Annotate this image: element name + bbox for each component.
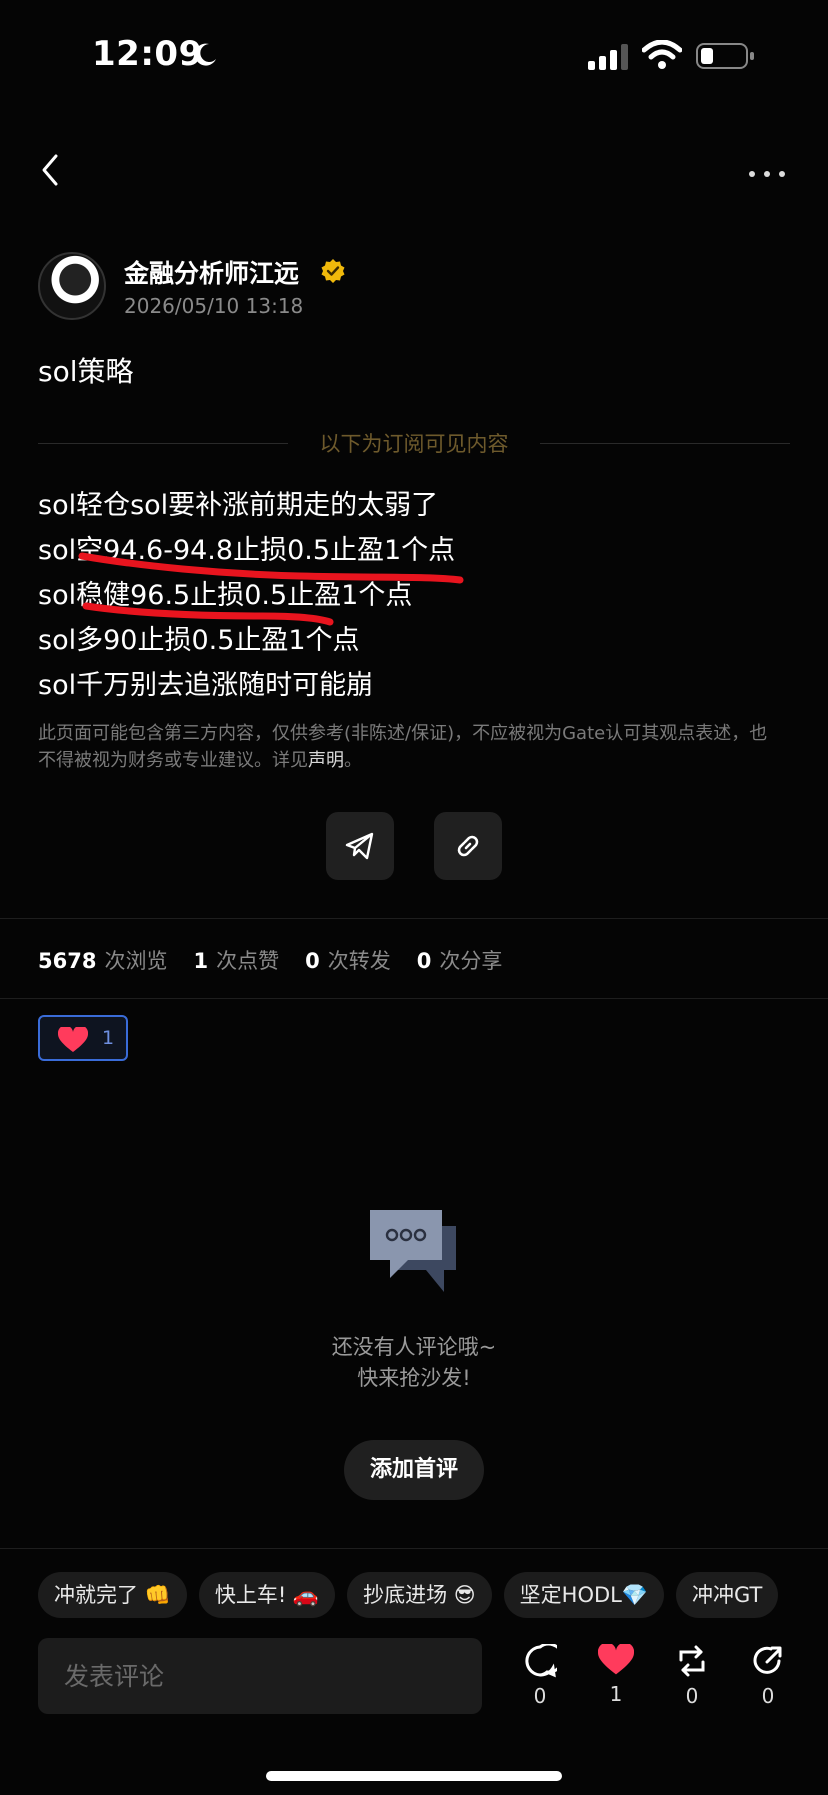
add-first-comment-button[interactable]: 添加首评: [344, 1440, 484, 1500]
shares-label: 次分享: [439, 949, 503, 973]
post-stats: 5678 次浏览 1 次点赞 0 次转发 0 次分享: [38, 945, 502, 975]
heart-icon: [58, 1027, 88, 1052]
telegram-share-button[interactable]: [326, 812, 394, 880]
comment-input-box[interactable]: [38, 1638, 482, 1714]
disclaimer: 此页面可能包含第三方内容，仅供参考(非陈述/保证)，不应被视为Gate认可其观点…: [38, 720, 778, 774]
quick-reply-chip[interactable]: 冲冲GT: [676, 1572, 779, 1618]
more-icon[interactable]: [746, 150, 788, 190]
views-label: 次浏览: [104, 949, 168, 973]
wifi-icon: [642, 40, 682, 69]
disclaimer-text: 此页面可能包含第三方内容，仅供参考(非陈述/保证)，不应被视为Gate认可其观点…: [38, 723, 768, 771]
repost-action[interactable]: 0: [668, 1644, 716, 1720]
comment-count: 0: [533, 1684, 547, 1708]
quick-reply-chip[interactable]: 坚定HODL💎: [503, 1572, 664, 1618]
share-row: [326, 812, 502, 880]
signal-icon: [588, 44, 628, 70]
post-timestamp: 2026/05/10 13:18: [124, 294, 304, 318]
views-count: 5678: [38, 949, 97, 973]
reposts-count: 0: [305, 949, 320, 973]
divider: [0, 1548, 828, 1549]
comment-input[interactable]: [38, 1638, 482, 1714]
share-count: 0: [761, 1684, 775, 1708]
post-line: sol空94.6-94.8止损0.5止盈1个点: [38, 535, 456, 566]
heart-reaction-button[interactable]: 1: [38, 1015, 128, 1061]
quick-reply-chip[interactable]: 抄底进场 😎: [347, 1572, 492, 1618]
like-action[interactable]: 1: [592, 1644, 640, 1720]
quick-reply-chip[interactable]: 快上车! 🚗: [198, 1572, 336, 1618]
status-bar: 12:09: [0, 0, 828, 110]
post-line: sol稳健96.5止损0.5止盈1个点: [38, 580, 413, 611]
moon-icon: [194, 43, 216, 66]
like-count: 1: [609, 1682, 623, 1706]
empty-comments-icon: [370, 1210, 456, 1292]
empty-comments-text: 还没有人评论哦~ 快来抢沙发!: [0, 1332, 828, 1394]
disclaimer-end: 。: [344, 750, 362, 771]
share-action[interactable]: 0: [744, 1644, 792, 1720]
back-icon[interactable]: [36, 150, 66, 190]
avatar[interactable]: [38, 252, 106, 320]
post-line: sol千万别去追涨随时可能崩: [38, 670, 374, 701]
repost-icon: [679, 1645, 705, 1677]
author-name[interactable]: 金融分析师江远: [124, 254, 299, 290]
author-header[interactable]: 金融分析师江远 2026/05/10 13:18: [38, 252, 538, 322]
verified-badge-icon: [321, 259, 345, 283]
disclaimer-link[interactable]: 声明: [308, 750, 344, 771]
telegram-icon: [345, 832, 374, 860]
divider: [0, 998, 828, 999]
status-time: 12:09: [92, 34, 203, 74]
copy-link-button[interactable]: [434, 812, 502, 880]
comment-action[interactable]: 0: [516, 1644, 564, 1720]
post-line: sol轻仓sol要补涨前期走的太弱了: [38, 490, 439, 521]
battery-icon: [696, 43, 754, 69]
divider: [0, 918, 828, 919]
share-icon: [753, 1646, 782, 1674]
reaction-count: 1: [102, 1027, 115, 1049]
likes-label: 次点赞: [216, 949, 280, 973]
home-indicator[interactable]: [266, 1771, 562, 1781]
reposts-label: 次转发: [327, 949, 391, 973]
repost-count: 0: [685, 1684, 699, 1708]
post-title: sol策略: [38, 355, 134, 388]
heart-icon: [598, 1644, 634, 1675]
likes-count: 1: [193, 949, 209, 973]
empty-comments-line2: 快来抢沙发!: [357, 1366, 471, 1390]
shares-count: 0: [416, 949, 432, 973]
subscription-divider: 以下为订阅可见内容: [38, 428, 790, 458]
quick-reply-chip[interactable]: 冲就完了 👊: [38, 1572, 187, 1618]
quick-reply-chips: 冲就完了 👊 快上车! 🚗 抄底进场 😎 坚定HODL💎 冲冲GT: [38, 1572, 828, 1620]
post-body: sol轻仓sol要补涨前期走的太弱了 sol空94.6-94.8止损0.5止盈1…: [38, 486, 778, 711]
top-nav: [0, 140, 828, 200]
link-icon: [457, 835, 479, 857]
post-line: sol多90止损0.5止盈1个点: [38, 625, 360, 656]
comment-icon: [525, 1644, 557, 1678]
divider-line-right: [540, 443, 790, 444]
empty-comments-line1: 还没有人评论哦~: [331, 1335, 497, 1359]
